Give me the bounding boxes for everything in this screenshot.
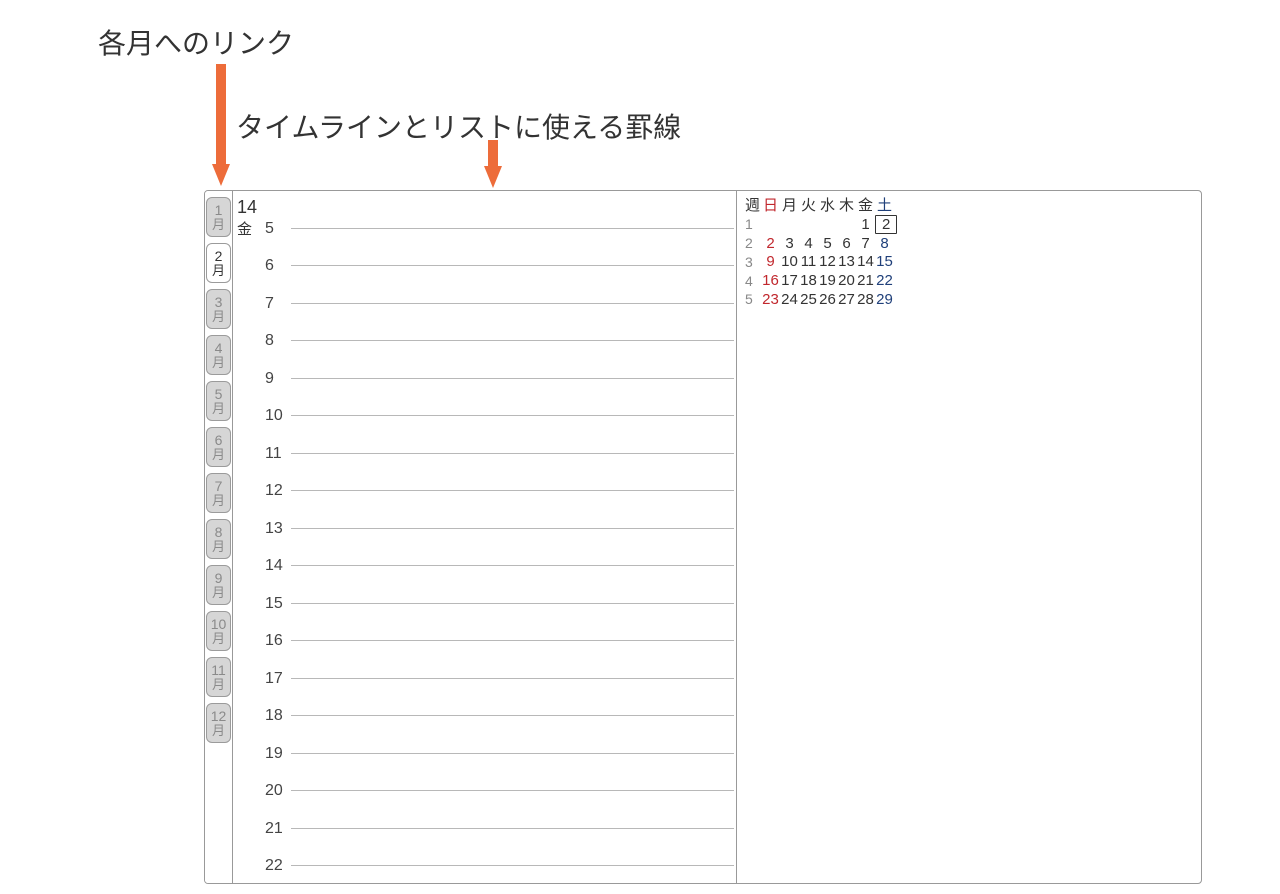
- mini-cal-week-header: 週: [745, 197, 759, 216]
- mini-cal-day-link[interactable]: 7: [856, 235, 875, 254]
- month-tab-5[interactable]: 5月: [206, 381, 231, 421]
- mini-cal-day-link[interactable]: 20: [837, 272, 856, 291]
- mini-cal-day-link[interactable]: 28: [856, 291, 875, 310]
- mini-cal-header: 週日月火水木金土: [745, 197, 1193, 216]
- mini-cal-day-link[interactable]: 9: [761, 253, 780, 272]
- mini-cal-day-link[interactable]: 13: [837, 253, 856, 272]
- mini-cal-day-link[interactable]: 27: [837, 291, 856, 310]
- hour-row-10: 10: [265, 379, 736, 417]
- mini-cal-week-link[interactable]: 2: [745, 235, 759, 253]
- mini-cal-day-link[interactable]: 1: [856, 216, 875, 235]
- arrow-down-icon: [212, 64, 230, 186]
- mini-cal-day-header: 水: [818, 197, 837, 216]
- current-date-weekday: 金: [237, 218, 265, 239]
- mini-cal-row: 22345678: [745, 235, 1193, 254]
- mini-cal-day-link[interactable]: 4: [799, 235, 818, 254]
- mini-cal-day-link[interactable]: 29: [875, 291, 894, 310]
- mini-cal-day-header: 日: [761, 197, 780, 216]
- month-tab-12[interactable]: 12月: [206, 703, 231, 743]
- mini-cal-day-header: 土: [875, 197, 894, 216]
- mini-cal-day-link[interactable]: 3: [780, 235, 799, 254]
- hour-row-5: 5: [265, 191, 736, 229]
- mini-cal-week-link[interactable]: 1: [745, 216, 759, 234]
- timeline-pane: 14 金 5678910111213141516171819202122: [233, 191, 737, 883]
- hour-row-15: 15: [265, 566, 736, 604]
- mini-cal-day-header: 金: [856, 197, 875, 216]
- mini-calendar: 週日月火水木金土11222345678391011121314154161718…: [745, 197, 1193, 310]
- mini-cal-day-link[interactable]: 6: [837, 235, 856, 254]
- current-date-number: 14: [237, 197, 265, 218]
- annotation-month-links: 各月へのリンク: [98, 22, 294, 62]
- hour-row-6: 6: [265, 229, 736, 267]
- mini-cal-day-link[interactable]: 22: [875, 272, 894, 291]
- current-date: 14 金: [233, 191, 265, 883]
- month-tab-7[interactable]: 7月: [206, 473, 231, 513]
- hour-row-19: 19: [265, 716, 736, 754]
- mini-cal-week-link[interactable]: 4: [745, 273, 759, 291]
- arrow-down-icon: [484, 140, 502, 188]
- mini-cal-day-today[interactable]: 2: [875, 216, 894, 235]
- mini-cal-day-link[interactable]: 5: [818, 235, 837, 254]
- mini-cal-day-link[interactable]: 2: [761, 235, 780, 254]
- mini-cal-day-link[interactable]: 26: [818, 291, 837, 310]
- mini-cal-week-link[interactable]: 5: [745, 291, 759, 309]
- month-tab-9[interactable]: 9月: [206, 565, 231, 605]
- month-tab-2[interactable]: 2月: [206, 243, 231, 283]
- hour-row-12: 12: [265, 454, 736, 492]
- month-tab-8[interactable]: 8月: [206, 519, 231, 559]
- mini-cal-day-header: 月: [780, 197, 799, 216]
- hour-row-13: 13: [265, 491, 736, 529]
- mini-cal-row: 39101112131415: [745, 253, 1193, 272]
- mini-cal-day-link[interactable]: 15: [875, 253, 894, 272]
- mini-cal-day-link[interactable]: 14: [856, 253, 875, 272]
- hour-row-7: 7: [265, 266, 736, 304]
- month-tab-6[interactable]: 6月: [206, 427, 231, 467]
- mini-cal-day-link[interactable]: 23: [761, 291, 780, 310]
- mini-cal-row: 416171819202122: [745, 272, 1193, 291]
- mini-cal-row: 523242526272829: [745, 291, 1193, 310]
- hour-row-9: 9: [265, 341, 736, 379]
- month-tab-1[interactable]: 1月: [206, 197, 231, 237]
- hour-row-8: 8: [265, 304, 736, 342]
- month-tab-10[interactable]: 10月: [206, 611, 231, 651]
- notes-pane: 週日月火水木金土11222345678391011121314154161718…: [737, 191, 1201, 883]
- mini-cal-day-header: 火: [799, 197, 818, 216]
- timeline-hours: 5678910111213141516171819202122: [265, 191, 736, 883]
- hour-rule: [291, 865, 734, 866]
- mini-cal-day-link[interactable]: 17: [780, 272, 799, 291]
- mini-cal-day-link[interactable]: 16: [761, 272, 780, 291]
- hour-row-20: 20: [265, 754, 736, 792]
- mini-cal-row: 112: [745, 216, 1193, 235]
- hour-row-21: 21: [265, 791, 736, 829]
- hour-row-17: 17: [265, 641, 736, 679]
- mini-cal-day-link[interactable]: 19: [818, 272, 837, 291]
- hour-row-22: 22: [265, 829, 736, 867]
- mini-cal-day-link[interactable]: 18: [799, 272, 818, 291]
- mini-cal-day-link[interactable]: 24: [780, 291, 799, 310]
- hour-label: 22: [265, 857, 291, 875]
- mini-cal-day-link[interactable]: 11: [799, 253, 818, 272]
- hour-row-14: 14: [265, 529, 736, 567]
- hour-row-16: 16: [265, 604, 736, 642]
- hour-row-18: 18: [265, 679, 736, 717]
- mini-cal-day-link[interactable]: 25: [799, 291, 818, 310]
- month-tab-11[interactable]: 11月: [206, 657, 231, 697]
- mini-cal-day-link[interactable]: 10: [780, 253, 799, 272]
- mini-cal-day-link[interactable]: 12: [818, 253, 837, 272]
- month-tab-3[interactable]: 3月: [206, 289, 231, 329]
- annotation-timeline-rules: タイムラインとリストに使える罫線: [236, 106, 681, 146]
- mini-cal-week-link[interactable]: 3: [745, 254, 759, 272]
- mini-cal-day-link[interactable]: 8: [875, 235, 894, 254]
- hour-row-11: 11: [265, 416, 736, 454]
- month-tab-4[interactable]: 4月: [206, 335, 231, 375]
- month-tabs: 1月 2月 3月 4月 5月 6月 7月 8月 9月 10月 11月 12月: [205, 191, 233, 883]
- planner-frame: 1月2月3月4月5月6月7月8月9月10月11月12月 14 金 5678910…: [204, 190, 1202, 884]
- mini-cal-day-header: 木: [837, 197, 856, 216]
- mini-cal-day-link[interactable]: 21: [856, 272, 875, 291]
